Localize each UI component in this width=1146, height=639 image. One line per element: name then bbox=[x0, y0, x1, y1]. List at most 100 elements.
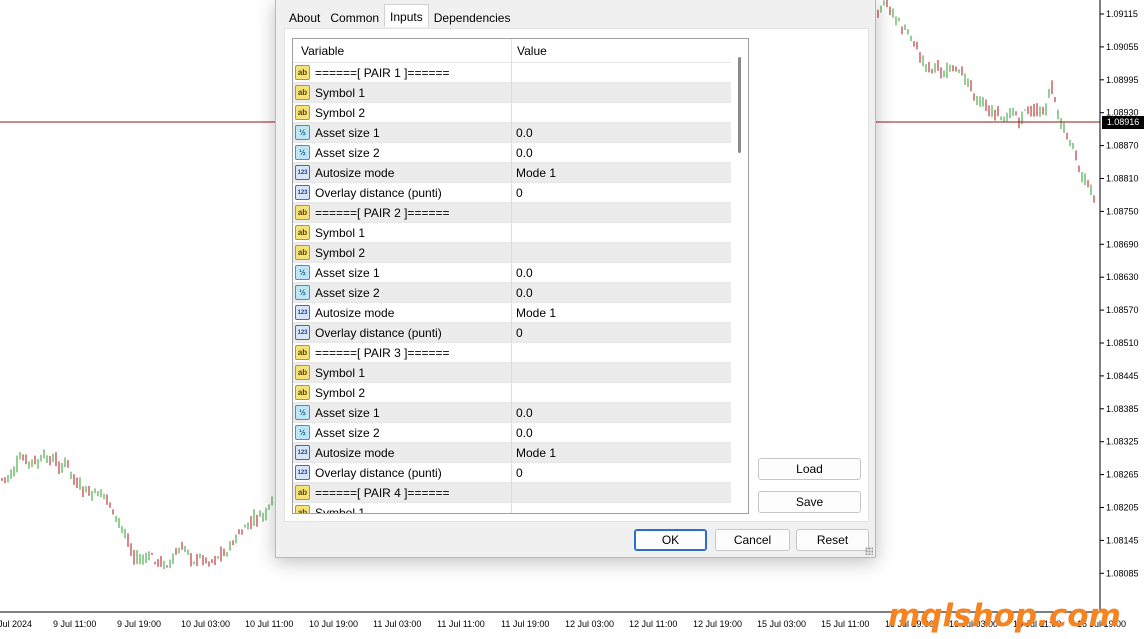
time-label: 12 Jul 03:00 bbox=[565, 619, 614, 629]
row-value[interactable]: 0.0 bbox=[516, 123, 533, 143]
row-value[interactable]: 0.0 bbox=[516, 423, 533, 443]
tab-common[interactable]: Common bbox=[325, 6, 384, 27]
grid-row[interactable]: ab Symbol 2 bbox=[293, 103, 731, 123]
price-label: 1.08750 bbox=[1106, 206, 1139, 216]
grid-row[interactable]: ab ======[ PAIR 3 ]====== bbox=[293, 343, 731, 363]
price-label: 1.08445 bbox=[1106, 371, 1139, 381]
price-label: 1.08570 bbox=[1106, 305, 1139, 315]
row-variable: Asset size 2 bbox=[315, 146, 380, 160]
grid-row[interactable]: ½ Asset size 1 0.0 bbox=[293, 403, 731, 423]
grid-row[interactable]: 123 Autosize mode Mode 1 bbox=[293, 443, 731, 463]
row-variable: Asset size 2 bbox=[315, 426, 380, 440]
grid-row[interactable]: ½ Asset size 2 0.0 bbox=[293, 283, 731, 303]
time-label: 15 Jul 03:00 bbox=[757, 619, 806, 629]
row-value[interactable]: 0.0 bbox=[516, 283, 533, 303]
price-label: 1.08630 bbox=[1106, 272, 1139, 282]
scrollbar-thumb[interactable] bbox=[738, 57, 741, 153]
row-value[interactable]: Mode 1 bbox=[516, 163, 556, 183]
grid-row[interactable]: 123 Autosize mode Mode 1 bbox=[293, 163, 731, 183]
double-type-icon: ½ bbox=[295, 125, 310, 140]
double-type-icon: ½ bbox=[295, 405, 310, 420]
grid-row[interactable]: ab ======[ PAIR 1 ]====== bbox=[293, 63, 731, 83]
row-variable: Overlay distance (punti) bbox=[315, 326, 442, 340]
load-button[interactable]: Load bbox=[758, 458, 861, 480]
reset-button[interactable]: Reset bbox=[796, 529, 869, 551]
grid-row[interactable]: ½ Asset size 2 0.0 bbox=[293, 143, 731, 163]
time-label: 12 Jul 11:00 bbox=[629, 619, 677, 629]
grid-scrollbar[interactable] bbox=[732, 39, 748, 513]
row-variable: Asset size 1 bbox=[315, 126, 380, 140]
row-value[interactable]: Mode 1 bbox=[516, 303, 556, 323]
row-value[interactable]: 0 bbox=[516, 463, 523, 483]
row-divider bbox=[511, 223, 512, 243]
tab-dependencies[interactable]: Dependencies bbox=[429, 6, 516, 27]
price-label: 1.09115 bbox=[1106, 9, 1138, 19]
grid-row[interactable]: ab Symbol 1 bbox=[293, 223, 731, 243]
price-label: 1.08205 bbox=[1106, 503, 1139, 513]
grid-row[interactable]: 123 Overlay distance (punti) 0 bbox=[293, 463, 731, 483]
row-divider bbox=[511, 383, 512, 403]
tab-inputs[interactable]: Inputs bbox=[384, 4, 429, 27]
row-value[interactable]: 0.0 bbox=[516, 263, 533, 283]
price-label: 1.08325 bbox=[1106, 437, 1139, 447]
string-type-icon: ab bbox=[295, 365, 310, 380]
grid-header: Variable Value bbox=[293, 39, 731, 63]
integer-type-icon: 123 bbox=[295, 445, 310, 460]
row-value[interactable]: Mode 1 bbox=[516, 443, 556, 463]
tab-bar: About Common Inputs Dependencies bbox=[284, 4, 516, 28]
row-divider bbox=[511, 323, 512, 343]
row-divider bbox=[511, 363, 512, 383]
grid-row[interactable]: ab Symbol 1 bbox=[293, 363, 731, 383]
column-header-value[interactable]: Value bbox=[517, 39, 547, 63]
string-type-icon: ab bbox=[295, 505, 310, 513]
grid-row[interactable]: ab Symbol 1 bbox=[293, 83, 731, 103]
row-variable: Symbol 2 bbox=[315, 106, 366, 120]
cancel-button[interactable]: Cancel bbox=[715, 529, 790, 551]
integer-type-icon: 123 bbox=[295, 325, 310, 340]
row-variable: Asset size 1 bbox=[315, 406, 380, 420]
row-variable: Symbol 2 bbox=[315, 246, 366, 260]
price-label: 1.08810 bbox=[1106, 174, 1139, 184]
row-divider bbox=[511, 143, 512, 163]
current-price-badge: 1.08916 bbox=[1102, 116, 1144, 129]
resize-grip-icon[interactable] bbox=[865, 547, 873, 555]
grid-row[interactable]: 123 Overlay distance (punti) 0 bbox=[293, 183, 731, 203]
grid-row[interactable]: ab Symbol 1 bbox=[293, 503, 731, 513]
row-value[interactable]: 0 bbox=[516, 323, 523, 343]
grid-row[interactable]: 123 Autosize mode Mode 1 bbox=[293, 303, 731, 323]
grid-row[interactable]: ab ======[ PAIR 2 ]====== bbox=[293, 203, 731, 223]
row-variable: ======[ PAIR 3 ]====== bbox=[315, 346, 450, 360]
grid-row[interactable]: ½ Asset size 1 0.0 bbox=[293, 123, 731, 143]
price-label: 1.08085 bbox=[1106, 568, 1139, 578]
price-label: 1.08385 bbox=[1106, 404, 1139, 414]
tab-about[interactable]: About bbox=[284, 6, 325, 27]
grid-row[interactable]: ab Symbol 2 bbox=[293, 243, 731, 263]
grid-rows: ab ======[ PAIR 1 ]====== ab Symbol 1 ab Symb… bbox=[293, 63, 731, 513]
string-type-icon: ab bbox=[295, 385, 310, 400]
grid-row[interactable]: ½ Asset size 1 0.0 bbox=[293, 263, 731, 283]
inputs-grid[interactable]: Variable Value ab ======[ PAIR 1 ]====== a… bbox=[292, 38, 749, 514]
row-divider bbox=[511, 103, 512, 123]
row-value[interactable]: 0 bbox=[516, 183, 523, 203]
column-header-variable[interactable]: Variable bbox=[301, 39, 344, 63]
row-divider bbox=[511, 303, 512, 323]
row-value[interactable]: 0.0 bbox=[516, 403, 533, 423]
grid-row[interactable]: 123 Overlay distance (punti) 0 bbox=[293, 323, 731, 343]
row-variable: ======[ PAIR 1 ]====== bbox=[315, 66, 450, 80]
row-variable: Symbol 1 bbox=[315, 86, 366, 100]
row-divider bbox=[511, 463, 512, 483]
column-divider[interactable] bbox=[511, 39, 512, 63]
row-divider bbox=[511, 163, 512, 183]
string-type-icon: ab bbox=[295, 65, 310, 80]
grid-row[interactable]: ab Symbol 2 bbox=[293, 383, 731, 403]
save-button[interactable]: Save bbox=[758, 491, 861, 513]
string-type-icon: ab bbox=[295, 225, 310, 240]
grid-row[interactable]: ab ======[ PAIR 4 ]====== bbox=[293, 483, 731, 503]
row-divider bbox=[511, 123, 512, 143]
ok-button[interactable]: OK bbox=[634, 529, 707, 551]
row-value[interactable]: 0.0 bbox=[516, 143, 533, 163]
price-label: 1.08870 bbox=[1106, 141, 1139, 151]
integer-type-icon: 123 bbox=[295, 465, 310, 480]
time-label: 9 Jul 11:00 bbox=[53, 619, 96, 629]
grid-row[interactable]: ½ Asset size 2 0.0 bbox=[293, 423, 731, 443]
